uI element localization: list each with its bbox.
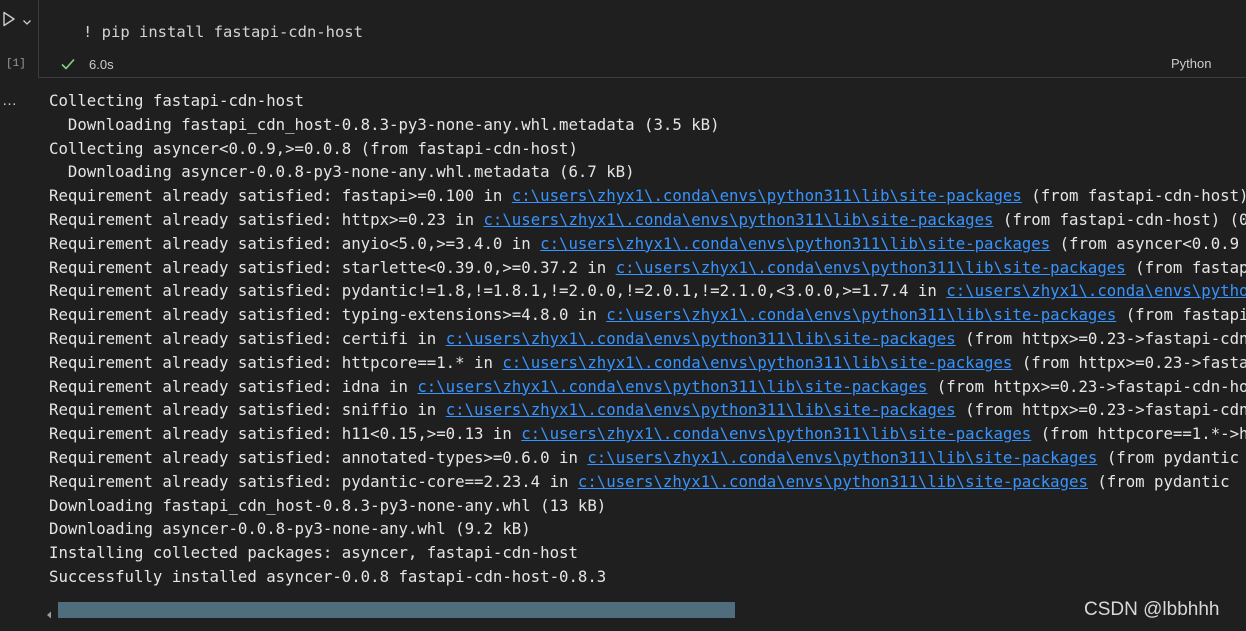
site-packages-link[interactable]: c:\users\zhyx1\.conda\envs\python311\lib… bbox=[540, 234, 1050, 253]
site-packages-link[interactable]: c:\users\zhyx1\.conda\envs\python311\lib… bbox=[587, 448, 1097, 467]
output-text: Requirement already satisfied: idna in bbox=[49, 376, 418, 396]
check-icon bbox=[59, 55, 77, 73]
output-text: Requirement already satisfied: fastapi>=… bbox=[49, 186, 512, 206]
output-text: Requirement already satisfied: h11<0.15,… bbox=[49, 424, 522, 444]
output-line: Requirement already satisfied: typing-ex… bbox=[49, 303, 1246, 327]
scroll-left-icon[interactable] bbox=[44, 605, 54, 619]
output-text: Downloading fastapi_cdn_host-0.8.3-py3-n… bbox=[49, 114, 720, 134]
output-line: Requirement already satisfied: pydantic-… bbox=[49, 470, 1246, 494]
output-text: Requirement already satisfied: starlette… bbox=[49, 257, 616, 277]
more-horizontal-icon[interactable]: … bbox=[2, 92, 18, 109]
output-line: Requirement already satisfied: pydantic!… bbox=[49, 279, 1246, 303]
output-text: (from httpx>=0.23->fastapi-cdn bbox=[955, 400, 1246, 420]
execution-time: 6.0s bbox=[89, 56, 114, 72]
site-packages-link[interactable]: c:\users\zhyx1\.conda\envs\python311\lib… bbox=[616, 258, 1126, 277]
output-line: Downloading asyncer-0.0.8-py3-none-any.w… bbox=[49, 517, 1246, 541]
output-text: Requirement already satisfied: sniffio i… bbox=[49, 400, 446, 420]
output-text: Requirement already satisfied: pydantic!… bbox=[49, 281, 947, 301]
output-line: Downloading fastapi_cdn_host-0.8.3-py3-n… bbox=[49, 494, 1246, 518]
scrollbar-thumb[interactable] bbox=[58, 602, 736, 618]
output-text: (from asyncer<0.0.9 bbox=[1050, 233, 1240, 253]
run-cell-button[interactable] bbox=[0, 10, 36, 32]
execution-status: 6.0s bbox=[59, 55, 114, 73]
output-text: Requirement already satisfied: typing-ex… bbox=[49, 305, 607, 325]
output-line: Requirement already satisfied: h11<0.15,… bbox=[49, 422, 1246, 446]
output-line: Requirement already satisfied: idna in c… bbox=[49, 375, 1246, 399]
output-line: Requirement already satisfied: starlette… bbox=[49, 256, 1246, 280]
output-text: Requirement already satisfied: httpcore=… bbox=[49, 352, 503, 372]
output-text: (from fastapi-cdn-host) (0.27.0) bbox=[1002, 209, 1246, 229]
output-text: Downloading asyncer-0.0.8-py3-none-any.w… bbox=[49, 519, 531, 539]
output-text: Downloading fastapi_cdn_host-0.8.3-py3-n… bbox=[49, 495, 607, 515]
output-line: Requirement already satisfied: sniffio i… bbox=[49, 398, 1246, 422]
output-text: (from httpx>=0.23->fastapi bbox=[1012, 352, 1246, 372]
site-packages-link[interactable]: c:\users\zhyx1\.conda\envs\python311\lib… bbox=[946, 281, 1246, 300]
output-line: Requirement already satisfied: certifi i… bbox=[49, 327, 1246, 351]
output-text: (from fastapi bbox=[1116, 305, 1246, 325]
output-text: Requirement already satisfied: pydantic-… bbox=[49, 471, 578, 491]
output-text: (from fastapi bbox=[1125, 257, 1246, 277]
output-text: Successfully installed asyncer-0.0.8 fas… bbox=[49, 566, 607, 586]
output-line: Downloading asyncer-0.0.8-py3-none-any.w… bbox=[49, 160, 1246, 184]
output-line: Requirement already satisfied: annotated… bbox=[49, 446, 1246, 470]
output-text: Requirement already satisfied: anyio<5.0… bbox=[49, 233, 541, 253]
output-line: Collecting fastapi-cdn-host bbox=[49, 89, 1246, 113]
output-text: Collecting fastapi-cdn-host bbox=[49, 91, 305, 110]
site-packages-link[interactable]: c:\users\zhyx1\.conda\envs\python311\lib… bbox=[512, 186, 1022, 205]
output-line: Requirement already satisfied: httpx>=0.… bbox=[49, 208, 1246, 232]
output-text: (from httpcore==1.*->httpx bbox=[1040, 424, 1246, 444]
output-line: Successfully installed asyncer-0.0.8 fas… bbox=[49, 565, 1246, 589]
site-packages-link[interactable]: c:\users\zhyx1\.conda\envs\python311\lib… bbox=[578, 472, 1088, 491]
code-line[interactable]: ! pip install fastapi-cdn-host bbox=[83, 23, 363, 41]
output-line: Requirement already satisfied: fastapi>=… bbox=[49, 184, 1246, 208]
output-text: Collecting asyncer<0.0.9,>=0.0.8 (from f… bbox=[49, 138, 578, 158]
play-icon bbox=[2, 11, 16, 31]
output-text: (from httpx>=0.23->fastapi-cdn-host bbox=[927, 376, 1246, 396]
output-text: Requirement already satisfied: httpx>=0.… bbox=[49, 209, 484, 229]
site-packages-link[interactable]: c:\users\zhyx1\.conda\envs\python311\lib… bbox=[521, 424, 1031, 443]
horizontal-scrollbar[interactable] bbox=[58, 602, 1246, 618]
site-packages-link[interactable]: c:\users\zhyx1\.conda\envs\python311\lib… bbox=[446, 400, 956, 419]
output-text: (from fastapi-cdn-host) bbox=[1021, 186, 1246, 206]
watermark: CSDN @lbbhhh bbox=[1084, 599, 1220, 620]
cell-language-label[interactable]: Python bbox=[1171, 56, 1211, 71]
output-line: Requirement already satisfied: httpcore=… bbox=[49, 351, 1246, 375]
output-text: (from pydantic bbox=[1097, 447, 1240, 467]
output-line: Collecting asyncer<0.0.9,>=0.0.8 (from f… bbox=[49, 137, 1246, 161]
chevron-down-icon[interactable] bbox=[22, 12, 32, 31]
site-packages-link[interactable]: c:\users\zhyx1\.conda\envs\python311\lib… bbox=[417, 377, 927, 396]
output-text: (from pydantic bbox=[1087, 471, 1230, 491]
notebook-cell-view: [1] … ! pip install fastapi-cdn-host 6.0… bbox=[0, 0, 1246, 631]
site-packages-link[interactable]: c:\users\zhyx1\.conda\envs\python311\lib… bbox=[483, 210, 993, 229]
output-text: Requirement already satisfied: certifi i… bbox=[49, 328, 446, 348]
output-line: Installing collected packages: asyncer, … bbox=[49, 541, 1246, 565]
output-text: Downloading asyncer-0.0.8-py3-none-any.w… bbox=[49, 162, 635, 182]
execution-count: [1] bbox=[6, 58, 26, 70]
code-editor[interactable]: ! pip install fastapi-cdn-host 6.0s bbox=[38, 0, 1246, 78]
site-packages-link[interactable]: c:\users\zhyx1\.conda\envs\python311\lib… bbox=[606, 305, 1116, 324]
output-line: Downloading fastapi_cdn_host-0.8.3-py3-n… bbox=[49, 113, 1246, 137]
output-line: Requirement already satisfied: anyio<5.0… bbox=[49, 232, 1246, 256]
output-text: Installing collected packages: asyncer, … bbox=[49, 543, 578, 563]
cell-output: Collecting fastapi-cdn-host Downloading … bbox=[49, 89, 1246, 589]
output-text: (from httpx>=0.23->fastapi-cdn bbox=[955, 328, 1246, 348]
site-packages-link[interactable]: c:\users\zhyx1\.conda\envs\python311\lib… bbox=[446, 329, 956, 348]
site-packages-link[interactable]: c:\users\zhyx1\.conda\envs\python311\lib… bbox=[502, 353, 1012, 372]
output-text: Requirement already satisfied: annotated… bbox=[49, 447, 588, 467]
